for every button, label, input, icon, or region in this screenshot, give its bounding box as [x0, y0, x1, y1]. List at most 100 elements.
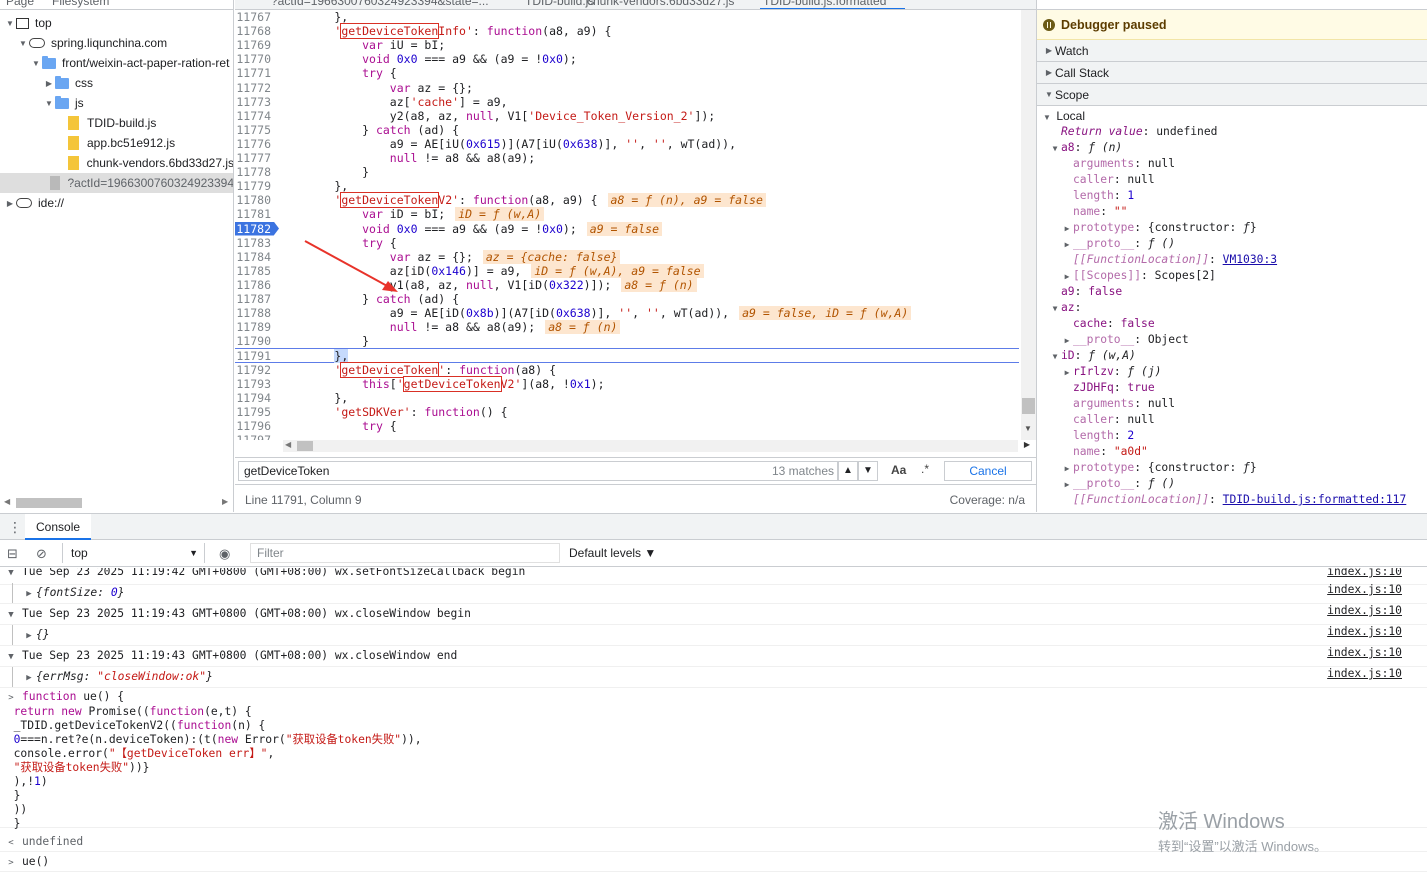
console-message[interactable]: ▶ {errMsg: "closeWindow:ok"} index.js:10	[0, 667, 1427, 688]
source-link[interactable]: index.js:10	[1327, 583, 1402, 597]
scope-row[interactable]: arguments: null	[1073, 396, 1175, 412]
source-link[interactable]: index.js:10	[1327, 667, 1402, 681]
tree-item[interactable]: ▼ spring.liqunchina.com	[0, 33, 233, 53]
scope-row[interactable]: a9: false	[1061, 284, 1122, 300]
tree-item[interactable]: app.bc51e912.js	[0, 133, 233, 153]
code-horizontal-scrollbar[interactable]: ◀ ▶	[283, 440, 1030, 452]
scope-row[interactable]: [[FunctionLocation]]: VM1030:3	[1073, 252, 1277, 268]
tree-item[interactable]: ▼ top	[0, 13, 233, 33]
editor-tabs: ?actId=1966300760324923394&state=... TDI…	[235, 0, 1036, 10]
tree-item[interactable]: chunk-vendors.6bd33d27.js	[0, 153, 234, 173]
context-select[interactable]: top ▼	[62, 543, 205, 563]
more-vert-icon[interactable]: ⋮	[8, 519, 22, 536]
tree-item-label: chunk-vendors.6bd33d27.js	[86, 156, 234, 170]
scope-row[interactable]: ▼ az:	[1049, 300, 1082, 316]
section-scope[interactable]: ▼ Scope	[1037, 84, 1427, 106]
dropdown-arrow-icon: ▼	[189, 548, 198, 558]
source-link[interactable]: index.js:10	[1327, 646, 1402, 660]
tab-tdid-formatted[interactable]: TDID-build.js:formatted	[763, 0, 886, 8]
scope-row[interactable]: ▶ __proto__: ƒ ()	[1061, 476, 1175, 492]
scope-row[interactable]: name: "a0d"	[1073, 444, 1148, 460]
scope-row[interactable]: ▶ __proto__: ƒ ()	[1061, 236, 1175, 252]
chevron-down-icon: ▼	[1045, 90, 1053, 99]
tree-item[interactable]: ▶ css	[0, 73, 233, 93]
search-bar: getDeviceToken 13 matches ▲ ▼ Aa .* Canc…	[235, 457, 1036, 485]
watermark-line2: 转到“设置”以激活 Windows。	[1158, 839, 1328, 854]
scope-row[interactable]: ▼ a8: ƒ (n)	[1049, 140, 1123, 156]
chevron-down-icon[interactable]: ▼	[30, 59, 42, 68]
code-view[interactable]: 11767 }, 11768 'getDeviceTokenInfo': fun…	[235, 10, 1021, 440]
code-vertical-scrollbar[interactable]: ▼	[1021, 10, 1036, 440]
chevron-down-icon[interactable]: ▼	[43, 99, 55, 108]
scope-row[interactable]: ▶ [[Scopes]]: Scopes[2]	[1061, 268, 1216, 284]
eye-icon[interactable]: ◉	[219, 546, 230, 562]
scope-row[interactable]: name: ""	[1073, 204, 1127, 220]
tab-tdid-build[interactable]: TDID-build.js	[525, 0, 594, 8]
chevron-right-icon[interactable]: ▶	[43, 79, 55, 88]
scope-row[interactable]: [[FunctionLocation]]: TDID-build.js:form…	[1073, 492, 1406, 508]
search-input[interactable]: getDeviceToken	[238, 461, 838, 481]
console-toolbar: ⊟ ⊘ top ▼ ◉ Filter Default levels ▼	[0, 540, 1427, 567]
tab-chunk-vendors[interactable]: chunk-vendors.6bd33d27.js	[587, 0, 734, 8]
folder-icon	[42, 55, 56, 69]
search-next-button[interactable]: ▼	[858, 461, 878, 481]
tab-filesystem[interactable]: Filesystem	[52, 0, 109, 8]
scope-row[interactable]: ▶ prototype: {constructor: ƒ}	[1061, 220, 1257, 236]
scope-row[interactable]: Return value: undefined	[1061, 124, 1217, 140]
tree-item[interactable]: ▼ js	[0, 93, 233, 113]
scope-row[interactable]: cache: false	[1073, 316, 1155, 332]
scope-row[interactable]: ▶ prototype: {constructor: ƒ}	[1061, 460, 1257, 476]
scope-row[interactable]: arguments: null	[1073, 156, 1175, 172]
scope-row[interactable]: ▼ iD: ƒ (w,A)	[1049, 348, 1136, 364]
scope-row[interactable]: ▶ __proto__: Object	[1061, 332, 1189, 348]
chevron-right-icon[interactable]: ▶	[4, 199, 16, 208]
scope-row[interactable]: zJDHFq: true	[1073, 380, 1155, 396]
editor-status-bar: Line 11791, Column 9 Coverage: n/a	[235, 486, 1036, 512]
console-message[interactable]: ▶ {fontSize: 0} index.js:10	[0, 583, 1427, 604]
console-message[interactable]: ▼ Tue Sep 23 2025 11:19:43 GMT+0800 (GMT+…	[0, 646, 1427, 667]
section-label: Watch	[1055, 43, 1089, 58]
console-message[interactable]: ▼ Tue Sep 23 2025 11:19:43 GMT+0800 (GMT+…	[0, 604, 1427, 625]
breakpoint-marker[interactable]: 11782	[235, 221, 279, 236]
scope-row[interactable]: caller: null	[1073, 412, 1155, 428]
tab-console[interactable]: Console	[25, 514, 92, 540]
console-input-echo[interactable]: > function ue() { return new Promise((fun…	[0, 688, 1427, 830]
tree-item-label: js	[75, 96, 84, 110]
source-link[interactable]: index.js:10	[1327, 604, 1402, 618]
tree-item[interactable]: ?actId=1966300760324923394	[0, 173, 233, 193]
scrollbar-thumb[interactable]	[1022, 398, 1035, 414]
sidebar-toggle-icon[interactable]: ⊟	[7, 546, 18, 562]
scope-row[interactable]: length: 1	[1073, 188, 1134, 204]
chevron-down-icon[interactable]: ▼	[4, 19, 16, 28]
source-link[interactable]: index.js:10	[1327, 625, 1402, 639]
regex-toggle[interactable]: .*	[921, 462, 929, 476]
context-value: top	[71, 546, 88, 560]
scrollbar-thumb[interactable]	[297, 441, 313, 451]
console-message[interactable]: ▶{} index.js:10	[0, 625, 1427, 646]
tree-item-label: app.bc51e912.js	[87, 136, 176, 150]
match-case-toggle[interactable]: Aa	[891, 463, 906, 477]
clear-console-icon[interactable]: ⊘	[36, 546, 47, 562]
chevron-down-icon[interactable]: ▼	[17, 39, 29, 48]
tab-actid[interactable]: ?actId=1966300760324923394&state=...	[271, 0, 489, 8]
tree-item[interactable]: TDID-build.js	[0, 113, 233, 133]
tree-item[interactable]: ▶ ide://	[0, 193, 233, 213]
scope-row[interactable]: caller: null	[1073, 172, 1155, 188]
search-prev-button[interactable]: ▲	[838, 461, 858, 481]
section-watch[interactable]: ▶ Watch	[1037, 40, 1427, 62]
file-icon	[67, 156, 79, 170]
scope-row[interactable]: ▶ rIrlzv: ƒ (j)	[1061, 364, 1162, 380]
debugger-paused-banner: Debugger paused	[1037, 10, 1427, 40]
tree-item[interactable]: ▼ front/weixin-act-paper-ration-ret	[0, 53, 233, 73]
filter-input[interactable]: Filter	[250, 543, 560, 563]
scope-row[interactable]: length: 2	[1073, 428, 1134, 444]
log-levels-select[interactable]: Default levels ▼	[569, 546, 656, 560]
navigator-scrollbar[interactable]: ◀ ▶	[0, 494, 233, 512]
scope-local[interactable]: ▼ Local	[1041, 108, 1085, 124]
coverage-status: Coverage: n/a	[949, 493, 1025, 507]
search-cancel-button[interactable]: Cancel	[944, 461, 1032, 481]
scrollbar-thumb[interactable]	[16, 498, 82, 508]
source-link[interactable]: index.js:10	[1327, 568, 1402, 579]
tab-page[interactable]: Page	[6, 0, 34, 8]
section-call-stack[interactable]: ▶ Call Stack	[1037, 62, 1427, 84]
